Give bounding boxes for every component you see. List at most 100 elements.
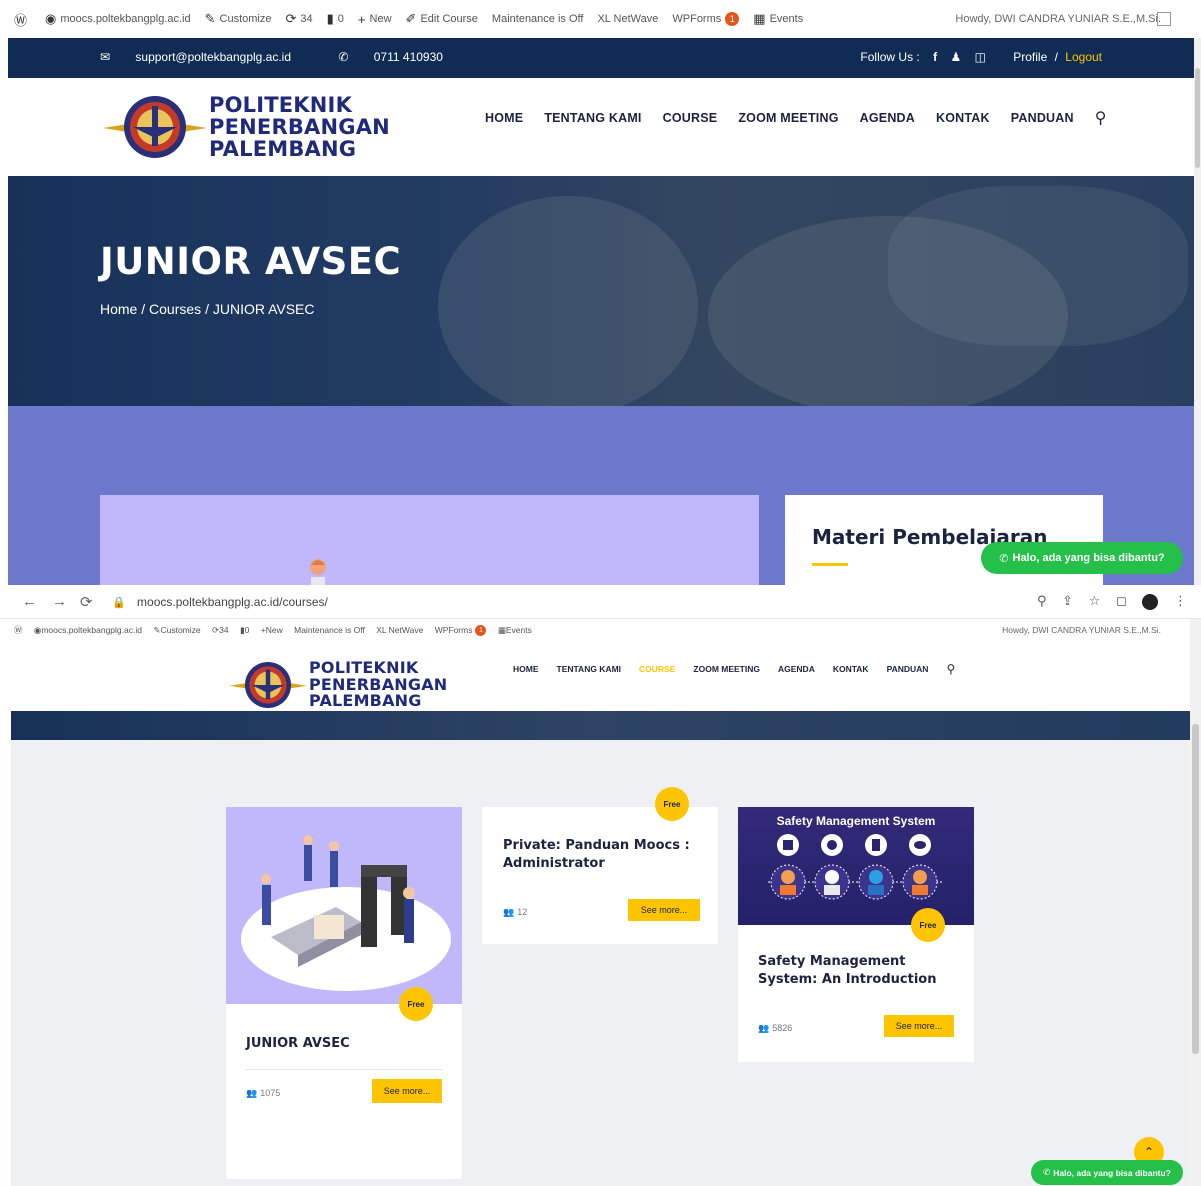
course-title[interactable]: Safety Management System: An Introductio…	[758, 953, 958, 989]
nav-item-tentang-kami[interactable]: TENTANG KAMI	[544, 111, 641, 125]
course-video[interactable]	[100, 495, 759, 585]
logo-text: POLITEKNIK PENERBANGAN PALEMBANG	[309, 658, 448, 711]
admin-bar-new[interactable]: + New	[261, 619, 283, 641]
admin-bar-xlnet[interactable]: XL NetWave	[597, 13, 658, 25]
calendar-icon: ▦	[497, 625, 506, 635]
see-more-button[interactable]: See more...	[884, 1015, 954, 1037]
admin-bar-maintenance[interactable]: Maintenance is Off	[294, 619, 365, 641]
scrollbar-thumb[interactable]	[1195, 68, 1200, 168]
admin-bar-howdy[interactable]: Howdy, DWI CANDRA YUNIAR S.E.,M.Si.	[1002, 625, 1161, 635]
admin-bar-site[interactable]: ◉ moocs.poltekbangplg.ac.id	[45, 11, 191, 27]
site-logo[interactable]: POLITEKNIK PENERBANGAN PALEMBANG	[103, 92, 390, 162]
page-hero: JUNIOR AVSEC Home / Courses / JUNIOR AVS…	[8, 176, 1194, 406]
logout-link[interactable]: Logout	[1065, 50, 1102, 64]
admin-bar-comments[interactable]: ▮ 0	[240, 619, 249, 641]
see-more-button[interactable]: See more...	[628, 899, 700, 921]
extension-icon[interactable]: ◻	[1116, 593, 1127, 608]
admin-bar-updates[interactable]: ⟳ 34	[285, 11, 312, 27]
breadcrumb: Home / Courses / JUNIOR AVSEC	[100, 301, 315, 317]
user-icon[interactable]: ♟	[950, 50, 961, 64]
profile-avatar[interactable]	[1142, 593, 1159, 610]
logo-text: POLITEKNIK PENERBANGAN PALEMBANG	[209, 93, 390, 161]
admin-bar-events[interactable]: ▦ Events	[753, 11, 803, 27]
refresh-icon: ⟳	[212, 625, 220, 635]
nav-item-course[interactable]: COURSE	[663, 111, 718, 125]
scrollbar[interactable]	[1190, 619, 1201, 1186]
nav-item-tentang-kami[interactable]: TENTANG KAMI	[557, 664, 622, 674]
whatsapp-chat-button[interactable]: ✆ Halo, ada yang bisa dibantu?	[1031, 1160, 1183, 1185]
breadcrumb-current: JUNIOR AVSEC	[212, 301, 315, 317]
separator: /	[1054, 50, 1058, 64]
nav-item-panduan[interactable]: PANDUAN	[1011, 111, 1074, 125]
nav-item-kontak[interactable]: KONTAK	[833, 664, 869, 674]
course-thumbnail[interactable]: Safety Management System	[738, 807, 974, 925]
site-logo[interactable]: POLITEKNIK PENERBANGAN PALEMBANG	[229, 650, 447, 720]
share-icon[interactable]: ⇪	[1062, 593, 1073, 608]
admin-bar-customize[interactable]: ✎ Customize	[205, 11, 272, 27]
free-badge: Free	[911, 908, 945, 942]
admin-bar-xlnet[interactable]: XL NetWave	[376, 619, 423, 641]
nav-item-agenda[interactable]: AGENDA	[778, 664, 815, 674]
course-title[interactable]: Private: Panduan Moocs : Administrator	[503, 837, 703, 873]
back-arrow-icon[interactable]: ←	[22, 593, 37, 610]
course-card[interactable]: Safety Management System Free Safety Man…	[738, 807, 974, 1062]
see-more-button[interactable]: See more...	[372, 1079, 442, 1103]
admin-bar-maintenance[interactable]: Maintenance is Off	[492, 13, 584, 25]
whatsapp-icon: ✆	[1043, 1167, 1051, 1177]
users-icon: 👥	[503, 907, 515, 917]
admin-bar-new[interactable]: + New	[358, 12, 392, 27]
course-title[interactable]: JUNIOR AVSEC	[246, 1036, 350, 1051]
admin-bar-comments[interactable]: ▮ 0	[327, 11, 344, 27]
refresh-icon: ⟳	[285, 11, 297, 26]
zoom-icon[interactable]: ⚲	[1037, 593, 1047, 608]
address-bar[interactable]: 🔒 moocs.poltekbangplg.ac.id/courses/	[112, 595, 328, 609]
forward-arrow-icon[interactable]: →	[52, 593, 67, 610]
course-thumbnail[interactable]	[226, 807, 462, 1004]
nav-item-home[interactable]: HOME	[513, 664, 539, 674]
admin-bar-howdy[interactable]: Howdy, DWI CANDRA YUNIAR S.E.,M.Si.	[955, 13, 1161, 25]
instagram-icon[interactable]: ◫	[975, 50, 986, 64]
course-card[interactable]: Free Private: Panduan Moocs : Administra…	[482, 787, 718, 944]
reload-icon[interactable]: ⟳	[80, 593, 93, 611]
student-count: 👥 12	[503, 907, 528, 917]
wordpress-logo-icon[interactable]: Ⓦ	[14, 619, 23, 641]
email-link[interactable]: ✉ support@poltekbangplg.ac.id	[100, 50, 313, 64]
brush-icon: ✎	[204, 11, 216, 26]
nav-item-kontak[interactable]: KONTAK	[936, 111, 990, 125]
nav-item-zoom-meeting[interactable]: ZOOM MEETING	[738, 111, 838, 125]
phone-link[interactable]: ✆ 0711 410930	[338, 50, 465, 64]
admin-bar-edit-course[interactable]: ✐ Edit Course	[406, 11, 478, 27]
admin-bar-site[interactable]: ◉ moocs.poltekbangplg.ac.id	[34, 619, 142, 641]
course-grid: Free JUNIOR AVSEC 👥 1075 See more... Free…	[11, 740, 1190, 1186]
nav-item-panduan[interactable]: PANDUAN	[887, 664, 929, 674]
chevron-up-icon: ⌃	[1143, 1145, 1155, 1159]
admin-bar-updates[interactable]: ⟳ 34	[212, 619, 229, 641]
admin-bar-wpforms[interactable]: WPForms 1	[672, 12, 740, 26]
admin-bar-customize[interactable]: ✎ Customize	[153, 619, 200, 641]
admin-bar-wpforms[interactable]: WPForms 1	[435, 619, 487, 641]
nav-item-home[interactable]: HOME	[485, 111, 523, 125]
admin-bar-events[interactable]: ▦ Events	[498, 619, 532, 641]
search-icon[interactable]: ⚲	[946, 662, 955, 676]
scrollbar-thumb[interactable]	[1192, 724, 1199, 1054]
profile-link[interactable]: Profile	[1013, 50, 1047, 64]
breadcrumb-courses[interactable]: Courses	[149, 301, 201, 317]
page-title: JUNIOR AVSEC	[100, 240, 402, 283]
comment-icon: ▮	[326, 11, 334, 26]
breadcrumb-home[interactable]: Home	[100, 301, 137, 317]
search-icon[interactable]: ⚲	[1095, 108, 1107, 128]
menu-icon[interactable]: ⋮	[1174, 593, 1187, 608]
whatsapp-chat-button[interactable]: ✆ Halo, ada yang bisa dibantu?	[981, 542, 1183, 574]
nav-item-agenda[interactable]: AGENDA	[860, 111, 915, 125]
lock-icon: 🔒	[112, 597, 126, 609]
star-icon[interactable]: ☆	[1089, 593, 1101, 608]
scrollbar[interactable]	[1194, 38, 1201, 585]
nav-item-course[interactable]: COURSE	[639, 664, 675, 674]
main-navigation: POLITEKNIK PENERBANGAN PALEMBANG HOME TE…	[8, 78, 1194, 176]
facebook-icon[interactable]: f	[933, 50, 937, 64]
avatar[interactable]	[1157, 12, 1171, 26]
courses-list-screenshot: ← → ⟳ 🔒 moocs.poltekbangplg.ac.id/course…	[0, 585, 1201, 1186]
wordpress-logo-icon[interactable]: Ⓦ	[14, 10, 31, 29]
nav-item-zoom-meeting[interactable]: ZOOM MEETING	[693, 664, 760, 674]
course-card[interactable]: Free JUNIOR AVSEC 👥 1075 See more...	[226, 807, 462, 1179]
